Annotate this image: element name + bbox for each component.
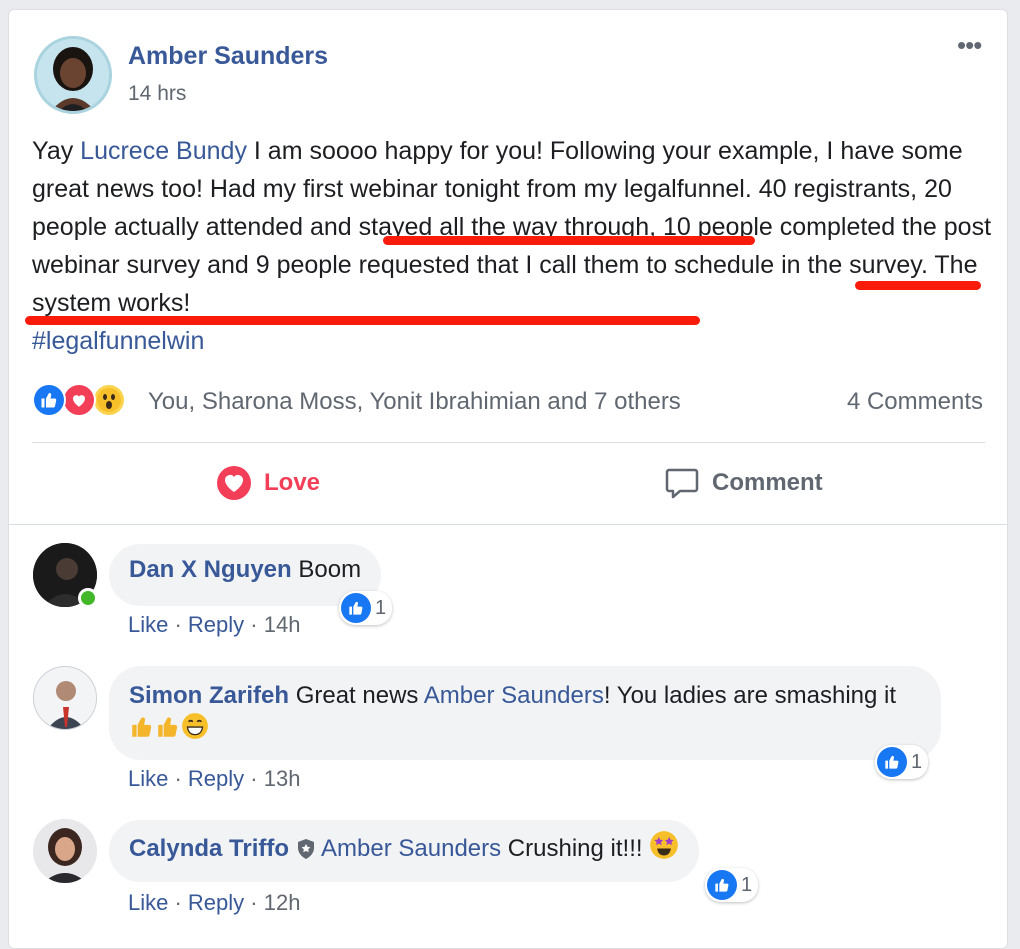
grinning-emoji-icon	[181, 712, 209, 749]
love-label: Love	[264, 469, 321, 496]
thumbs-up-emoji-icon	[129, 714, 155, 749]
comment-text: Boom	[291, 556, 362, 583]
red-underline-annotation	[855, 281, 981, 290]
reply-link[interactable]: Reply	[188, 890, 244, 915]
love-icon	[62, 383, 96, 417]
author-name[interactable]: Amber Saunders	[128, 42, 328, 71]
comment-text: ! You ladies are smashing it	[603, 682, 897, 709]
comments-count[interactable]: 4 Comments	[847, 388, 983, 416]
highlighted-text: 9 people requested that I call them to s…	[255, 251, 921, 279]
comment-reaction-badge[interactable]: 1	[875, 745, 929, 779]
comment-label: Comment	[712, 469, 823, 496]
comment-text: Great news	[289, 682, 424, 709]
like-link[interactable]: Like	[128, 890, 168, 915]
separator: ·	[244, 890, 264, 915]
commenter-name[interactable]: Dan X Nguyen	[129, 556, 292, 583]
separator: ·	[168, 612, 188, 637]
like-icon	[877, 747, 907, 777]
like-icon	[707, 870, 737, 900]
thumbs-up-emoji-icon	[155, 714, 181, 749]
online-status-indicator	[78, 588, 98, 608]
post-text-segment: Yay	[32, 137, 81, 165]
comment-meta: Like · Reply · 14h	[128, 612, 300, 638]
comment-bubble: Calynda Triffo Amber Saunders Crushing i…	[109, 820, 700, 882]
like-icon	[32, 383, 66, 417]
separator: ·	[168, 890, 188, 915]
divider	[32, 442, 985, 443]
red-underline-annotation	[383, 236, 755, 245]
love-button[interactable]: Love	[216, 465, 320, 501]
more-options-icon[interactable]: •••	[957, 30, 982, 61]
commenter-avatar[interactable]	[33, 819, 97, 883]
like-link[interactable]: Like	[128, 612, 168, 637]
comment-time[interactable]: 13h	[264, 766, 301, 791]
commenter-avatar[interactable]	[33, 666, 97, 730]
commenter-name[interactable]: Simon Zarifeh	[129, 682, 289, 709]
like-link[interactable]: Like	[128, 766, 168, 791]
comment-meta: Like · Reply · 12h	[128, 890, 300, 916]
comment-bubble: Dan X Nguyen Boom	[109, 544, 382, 606]
shield-icon	[296, 837, 316, 869]
mention-link[interactable]: Amber Saunders	[424, 682, 604, 709]
comment-time[interactable]: 14h	[264, 612, 301, 637]
separator: ·	[168, 766, 188, 791]
wow-icon	[92, 383, 126, 417]
post-body: Yay Lucrece Bundy I am soooo happy for y…	[32, 132, 997, 360]
comment-reaction-badge[interactable]: 1	[705, 868, 759, 902]
comment-time[interactable]: 12h	[264, 890, 301, 915]
reaction-count: 1	[375, 596, 387, 619]
separator: ·	[244, 612, 264, 637]
hashtag-link[interactable]: #legalfunnelwin	[32, 327, 204, 355]
commenter-name[interactable]: Calynda Triffo	[129, 835, 289, 862]
reactors-summary[interactable]: You, Sharona Moss, Yonit Ibrahimian and …	[148, 388, 681, 416]
author-avatar[interactable]	[34, 36, 112, 114]
like-icon	[341, 593, 371, 623]
comment-text: Crushing it!!!	[501, 835, 650, 862]
reaction-count: 1	[741, 873, 753, 896]
post-card: Amber Saunders 14 hrs ••• Yay Lucrece Bu…	[8, 9, 1008, 949]
star-struck-emoji-icon	[649, 830, 679, 869]
post-timestamp[interactable]: 14 hrs	[128, 82, 186, 106]
separator: ·	[244, 766, 264, 791]
love-icon	[217, 466, 251, 500]
comment-reaction-badge[interactable]: 1	[339, 591, 393, 625]
mention-link[interactable]: Lucrece Bundy	[80, 137, 247, 165]
reply-link[interactable]: Reply	[188, 612, 244, 637]
comment-icon	[665, 468, 699, 499]
comment-meta: Like · Reply · 13h	[128, 766, 300, 792]
red-underline-annotation	[25, 316, 700, 325]
comment-bubble: Simon Zarifeh Great news Amber Saunders!…	[109, 666, 941, 760]
comment-button[interactable]: Comment	[664, 465, 823, 501]
mention-link[interactable]: Amber Saunders	[321, 835, 501, 862]
divider	[9, 524, 1007, 525]
reaction-count: 1	[911, 750, 923, 773]
reply-link[interactable]: Reply	[188, 766, 244, 791]
